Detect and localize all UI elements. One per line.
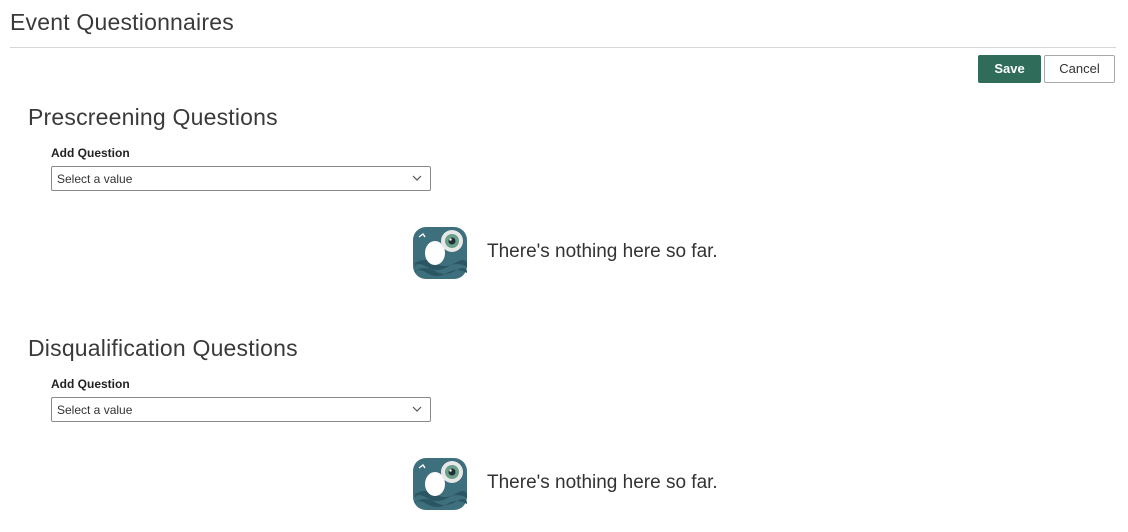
page-title: Event Questionnaires (10, 9, 234, 35)
disqualification-empty-state: There's nothing here so far. (411, 454, 751, 512)
add-question-label: Add Question (51, 146, 130, 160)
disqualification-add-question-select[interactable]: Select a value (51, 397, 431, 422)
select-placeholder: Select a value (57, 403, 133, 417)
disqualification-section-title: Disqualification Questions (28, 335, 298, 361)
empty-state-message: There's nothing here so far. (487, 241, 718, 262)
title-divider (10, 47, 1116, 48)
chevron-down-icon (412, 175, 422, 181)
chevron-down-icon (412, 406, 422, 412)
cancel-button[interactable]: Cancel (1044, 55, 1115, 83)
save-button[interactable]: Save (978, 55, 1041, 83)
prescreening-empty-state: There's nothing here so far. (411, 223, 751, 281)
binoculars-illustration-icon (413, 227, 467, 279)
binoculars-illustration-icon (413, 458, 467, 510)
select-placeholder: Select a value (57, 172, 133, 186)
prescreening-add-question-select[interactable]: Select a value (51, 166, 431, 191)
prescreening-section-title: Prescreening Questions (28, 104, 278, 130)
add-question-label: Add Question (51, 377, 130, 391)
empty-state-message: There's nothing here so far. (487, 472, 718, 493)
